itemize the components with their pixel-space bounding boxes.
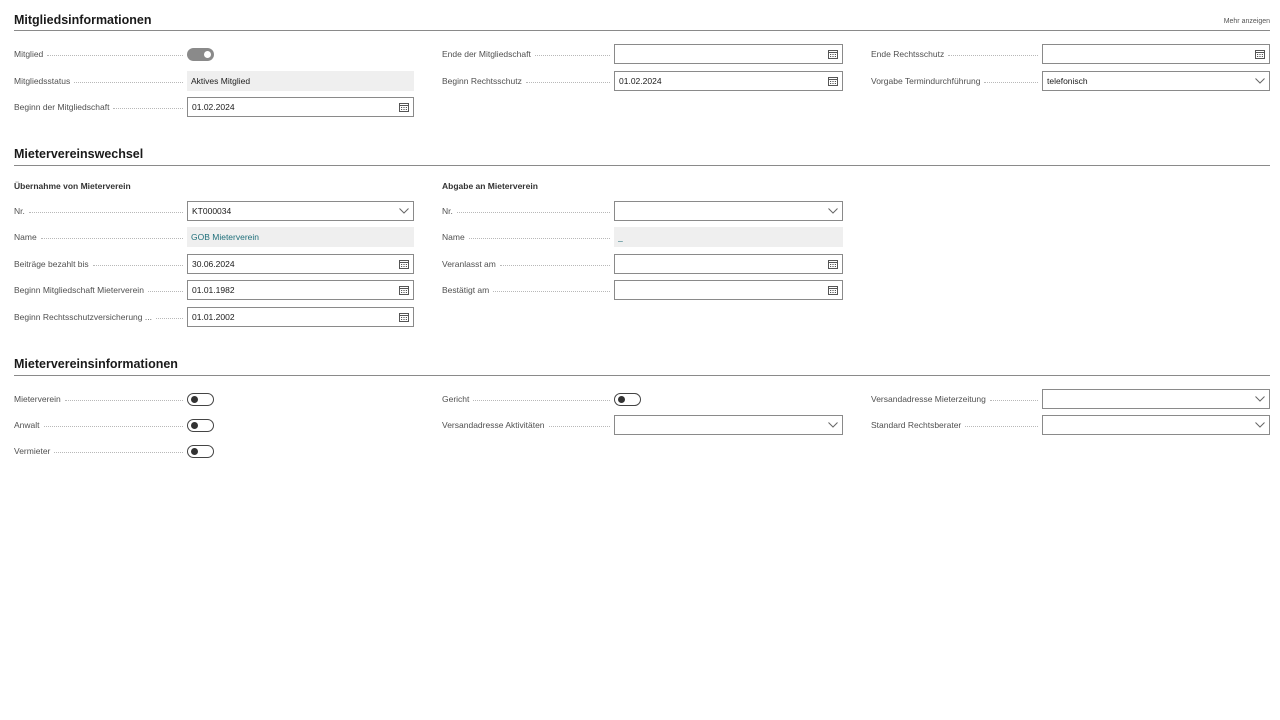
- field-label: Mieterverein: [14, 394, 61, 404]
- field-beginn-mitgliedschaft-mieterverein: Beginn Mitgliedschaft Mieterverein 01.01…: [14, 279, 414, 301]
- field-uebernahme-nr: Nr. KT000034: [14, 200, 414, 222]
- field-mieterverein: Mieterverein: [14, 388, 214, 410]
- calendar-icon[interactable]: [399, 259, 409, 269]
- chevron-down-icon[interactable]: [828, 208, 838, 214]
- field-label: Bestätigt am: [442, 285, 490, 295]
- section-divider: [14, 30, 1270, 31]
- chevron-down-icon[interactable]: [1255, 396, 1265, 402]
- versandadresse-aktivitaeten-select[interactable]: [614, 415, 843, 435]
- mieterverein-toggle[interactable]: [187, 392, 214, 406]
- mehr-anzeigen-link[interactable]: Mehr anzeigen: [1224, 18, 1270, 25]
- chevron-down-icon[interactable]: [828, 422, 838, 428]
- field-label: Versandadresse Mieterzeitung: [871, 394, 986, 404]
- section-divider: [14, 375, 1270, 376]
- mitgliedsstatus-value: Aktives Mitglied: [187, 71, 414, 91]
- field-label: Nr.: [14, 206, 25, 216]
- field-vermieter: Vermieter: [14, 440, 214, 462]
- calendar-icon[interactable]: [1255, 49, 1265, 59]
- field-label: Ende Rechtsschutz: [871, 49, 945, 59]
- field-label: Beginn Rechtsschutzversicherung ...: [14, 312, 152, 322]
- field-beginn-rechtsschutzversicherung: Beginn Rechtsschutzversicherung ... 01.0…: [14, 306, 414, 328]
- bestaetigt-am-date-input[interactable]: [614, 280, 843, 300]
- gericht-toggle[interactable]: [614, 392, 641, 406]
- beginn-rechtsschutz-date-input[interactable]: 01.02.2024: [614, 71, 843, 91]
- standard-rechtsberater-select[interactable]: [1042, 415, 1270, 435]
- field-versandadresse-mieterzeitung: Versandadresse Mieterzeitung: [871, 388, 1270, 410]
- field-veranlasst-am: Veranlasst am: [442, 253, 843, 275]
- vermieter-toggle[interactable]: [187, 444, 214, 458]
- field-anwalt: Anwalt: [14, 414, 214, 436]
- field-label: Ende der Mitgliedschaft: [442, 49, 531, 59]
- field-abgabe-nr: Nr.: [442, 200, 843, 222]
- field-label: Vorgabe Termindurchführung: [871, 76, 981, 86]
- chevron-down-icon[interactable]: [1255, 422, 1265, 428]
- calendar-icon[interactable]: [828, 259, 838, 269]
- subheading-uebernahme: Übernahme von Mieterverein: [14, 181, 131, 191]
- field-label: Anwalt: [14, 420, 40, 430]
- field-label: Mitglied: [14, 49, 44, 59]
- abgabe-name-link[interactable]: _: [614, 227, 843, 247]
- field-mitglied: Mitglied: [14, 43, 214, 65]
- section-title-mietervereinsinformationen: Mietervereinsinformationen: [14, 357, 178, 371]
- field-bestaetigt-am: Bestätigt am: [442, 279, 843, 301]
- field-uebernahme-name: Name GOB Mieterverein: [14, 226, 414, 248]
- calendar-icon[interactable]: [399, 285, 409, 295]
- field-label: Nr.: [442, 206, 453, 216]
- field-label: Beiträge bezahlt bis: [14, 259, 89, 269]
- veranlasst-am-date-input[interactable]: [614, 254, 843, 274]
- field-abgabe-name: Name _: [442, 226, 843, 248]
- field-label: Versandadresse Aktivitäten: [442, 420, 545, 430]
- section-title-mitgliedsinformationen: Mitgliedsinformationen: [14, 13, 152, 27]
- mitglied-toggle[interactable]: [187, 47, 214, 61]
- field-label: Standard Rechtsberater: [871, 420, 962, 430]
- field-standard-rechtsberater: Standard Rechtsberater: [871, 414, 1270, 436]
- anwalt-toggle[interactable]: [187, 418, 214, 432]
- field-label: Name: [14, 232, 37, 242]
- field-ende-mitgliedschaft: Ende der Mitgliedschaft: [442, 43, 843, 65]
- field-beitraege-bezahlt-bis: Beiträge bezahlt bis 30.06.2024: [14, 253, 414, 275]
- field-beginn-rechtsschutz: Beginn Rechtsschutz 01.02.2024: [442, 70, 843, 92]
- field-label: Beginn der Mitgliedschaft: [14, 102, 110, 112]
- calendar-icon[interactable]: [828, 285, 838, 295]
- versandadresse-mieterzeitung-select[interactable]: [1042, 389, 1270, 409]
- uebernahme-name-link[interactable]: GOB Mieterverein: [187, 227, 414, 247]
- calendar-icon[interactable]: [399, 102, 409, 112]
- section-title-mietervereinswechsel: Mietervereinswechsel: [14, 147, 144, 161]
- vorgabe-termindurchfuehrung-select[interactable]: telefonisch: [1042, 71, 1270, 91]
- field-label: Mitgliedsstatus: [14, 76, 71, 86]
- section-divider: [14, 165, 1270, 166]
- calendar-icon[interactable]: [828, 49, 838, 59]
- field-mitgliedsstatus: Mitgliedsstatus Aktives Mitglied: [14, 70, 414, 92]
- field-label: Gericht: [442, 394, 470, 404]
- chevron-down-icon[interactable]: [399, 208, 409, 214]
- ende-rechtsschutz-date-input[interactable]: [1042, 44, 1270, 64]
- field-label: Name: [442, 232, 465, 242]
- field-vorgabe-termindurchfuehrung: Vorgabe Termindurchführung telefonisch: [871, 70, 1270, 92]
- field-beginn-mitgliedschaft: Beginn der Mitgliedschaft 01.02.2024: [14, 96, 414, 118]
- subheading-abgabe: Abgabe an Mieterverein: [442, 181, 538, 191]
- abgabe-nr-select[interactable]: [614, 201, 843, 221]
- field-versandadresse-aktivitaeten: Versandadresse Aktivitäten: [442, 414, 843, 436]
- field-label: Veranlasst am: [442, 259, 496, 269]
- beitraege-bezahlt-bis-date-input[interactable]: 30.06.2024: [187, 254, 414, 274]
- ende-mitgliedschaft-date-input[interactable]: [614, 44, 843, 64]
- calendar-icon[interactable]: [828, 76, 838, 86]
- field-label: Vermieter: [14, 446, 51, 456]
- beginn-mitgliedschaft-mieterverein-date-input[interactable]: 01.01.1982: [187, 280, 414, 300]
- chevron-down-icon[interactable]: [1255, 78, 1265, 84]
- field-label: Beginn Mitgliedschaft Mieterverein: [14, 285, 144, 295]
- field-label: Beginn Rechtsschutz: [442, 76, 522, 86]
- field-ende-rechtsschutz: Ende Rechtsschutz: [871, 43, 1270, 65]
- beginn-mitgliedschaft-date-input[interactable]: 01.02.2024: [187, 97, 414, 117]
- uebernahme-nr-select[interactable]: KT000034: [187, 201, 414, 221]
- calendar-icon[interactable]: [399, 312, 409, 322]
- field-gericht: Gericht: [442, 388, 641, 410]
- beginn-rechtsschutzversicherung-date-input[interactable]: 01.01.2002: [187, 307, 414, 327]
